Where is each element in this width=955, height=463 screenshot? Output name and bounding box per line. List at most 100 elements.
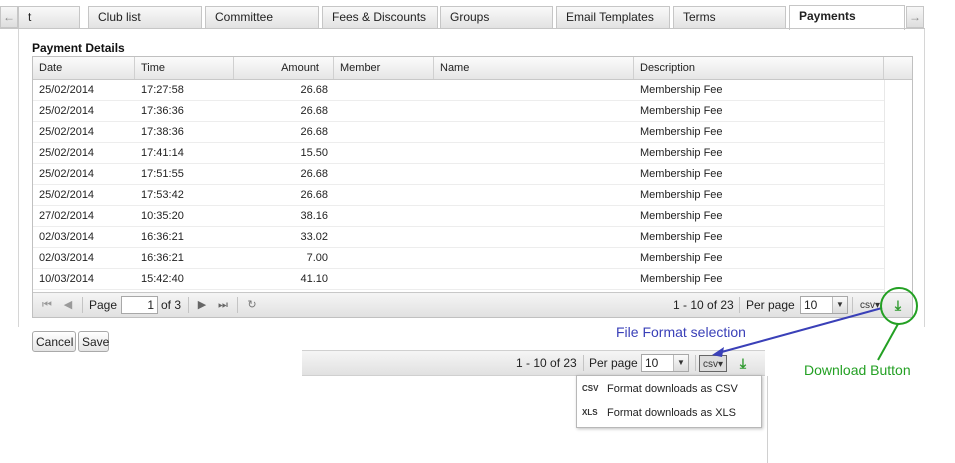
page-count-label: of 3 [161,298,182,312]
cell-amount: 7.00 [306,252,328,264]
cell-description: Membership Fee [640,168,723,180]
cell-description: Membership Fee [640,126,723,138]
tab-terms[interactable]: Terms [673,6,786,28]
table-row[interactable]: 25/02/2014 17:38:36 26.68 Membership Fee [33,122,884,143]
file-format-button[interactable]: csv▾ [857,297,883,314]
cell-member [334,164,434,184]
next-page-button[interactable]: ▶ [194,297,210,313]
file-format-menu: CSV Format downloads as CSV XLS Format d… [576,375,762,428]
cell-time: 10:35:20 [141,210,184,222]
grid-scroll-area[interactable] [884,80,912,292]
cell-name [434,185,634,205]
cell-name [434,206,634,226]
prev-page-icon: ◀ [63,299,73,311]
cell-amount: 38.16 [300,210,328,222]
cell-date: 27/02/2014 [39,210,95,222]
cancel-button[interactable]: Cancel [32,331,76,352]
cell-name [434,164,634,184]
column-header-amount[interactable]: Amount [234,57,334,79]
record-range: 1 - 10 of 23 [673,298,734,312]
table-row[interactable]: 25/02/2014 17:51:55 26.68 Membership Fee [33,164,884,185]
csv-icon: CSV [582,384,599,393]
chevron-down-icon: ▼ [673,355,688,371]
pager-separator [237,297,238,313]
download-icon[interactable]: ⤓ [890,296,906,314]
last-page-button[interactable]: ⏭ [215,297,231,313]
tab-email-templates[interactable]: Email Templates [556,6,670,28]
table-row[interactable]: 25/02/2014 17:53:42 26.68 Membership Fee [33,185,884,206]
column-header-description[interactable]: Description [634,57,884,79]
xls-icon: XLS [582,408,598,417]
cell-date: 02/03/2014 [39,252,95,264]
panel-border [924,29,925,327]
grid-pager: ⏮ ◀ Page of 3 ▶ ⏭ ↻ 1 - 10 of 23 Per pag… [33,292,912,317]
menu-item-csv[interactable]: CSV Format downloads as CSV [577,378,761,400]
cell-member [334,248,434,268]
cell-name [434,80,634,100]
tab-scroll-left[interactable]: ← [0,6,18,28]
first-page-button[interactable]: ⏮ [39,297,55,313]
cell-description: Membership Fee [640,84,723,96]
per-page-select[interactable]: 10 ▼ [800,296,848,314]
cell-amount: 26.68 [300,126,328,138]
cell-description: Membership Fee [640,273,723,285]
column-header-date[interactable]: Date [33,57,135,79]
cell-amount: 41.10 [300,273,328,285]
pager-separator [583,355,584,371]
table-row[interactable]: 27/02/2014 10:35:20 38.16 Membership Fee [33,206,884,227]
cell-amount: 26.68 [300,189,328,201]
panel-border [18,29,19,327]
cell-name [434,248,634,268]
cell-date: 25/02/2014 [39,189,95,201]
per-page-label: Per page [746,298,795,312]
table-row[interactable]: 02/03/2014 16:36:21 7.00 Membership Fee [33,248,884,269]
tab-groups[interactable]: Groups [440,6,553,28]
refresh-icon: ↻ [247,299,257,311]
table-row[interactable]: 25/02/2014 17:27:58 26.68 Membership Fee [33,80,884,101]
cell-date: 25/02/2014 [39,126,95,138]
save-button[interactable]: Save [78,331,109,352]
tab-club-list[interactable]: Club list [88,6,202,28]
cell-name [434,122,634,142]
next-page-icon: ▶ [197,299,207,311]
menu-item-xls[interactable]: XLS Format downloads as XLS [577,402,761,424]
column-header-member[interactable]: Member [334,57,434,79]
record-range: 1 - 10 of 23 [516,356,577,370]
column-header-name[interactable]: Name [434,57,634,79]
tab-fees-discounts[interactable]: Fees & Discounts [322,6,438,28]
last-page-icon: ⏭ [218,299,228,311]
cell-name [434,269,634,289]
payments-grid: Date Time Amount Member Name Description… [32,56,913,318]
tab-partial[interactable]: t [18,6,80,28]
table-row[interactable]: 10/03/2014 15:42:40 41.10 Membership Fee [33,269,884,290]
page-number-input[interactable] [121,296,158,314]
table-row[interactable]: 25/02/2014 17:36:36 26.68 Membership Fee [33,101,884,122]
cell-description: Membership Fee [640,189,723,201]
prev-page-button[interactable]: ◀ [60,297,76,313]
tab-scroll-right[interactable]: → [906,6,924,28]
cell-amount: 26.68 [300,84,328,96]
column-header-time[interactable]: Time [135,57,234,79]
tab-committee[interactable]: Committee [205,6,319,28]
cell-date: 25/02/2014 [39,105,95,117]
per-page-select[interactable]: 10 ▼ [641,354,689,372]
cell-date: 25/02/2014 [39,84,95,96]
cell-amount: 26.68 [300,168,328,180]
chevron-down-icon: ▼ [832,297,847,313]
download-annotation: Download Button [804,362,911,378]
cell-time: 15:42:40 [141,273,184,285]
zoomed-pager: 1 - 10 of 23 Per page 10 ▼ csv▾ ⤓ [302,350,765,376]
download-icon[interactable]: ⤓ [735,354,751,372]
cell-time: 17:36:36 [141,105,184,117]
file-format-button[interactable]: csv▾ [699,355,728,372]
table-row[interactable]: 02/03/2014 16:36:21 33.02 Membership Fee [33,227,884,248]
page-label: Page [89,298,118,312]
tab-payments[interactable]: Payments [789,5,905,30]
pager-separator [852,297,853,313]
arrow-right-icon: → [909,10,921,24]
cell-time: 17:41:14 [141,147,184,159]
cell-description: Membership Fee [640,210,723,222]
file-format-annotation: File Format selection [616,324,746,340]
refresh-button[interactable]: ↻ [244,297,260,313]
table-row[interactable]: 25/02/2014 17:41:14 15.50 Membership Fee [33,143,884,164]
